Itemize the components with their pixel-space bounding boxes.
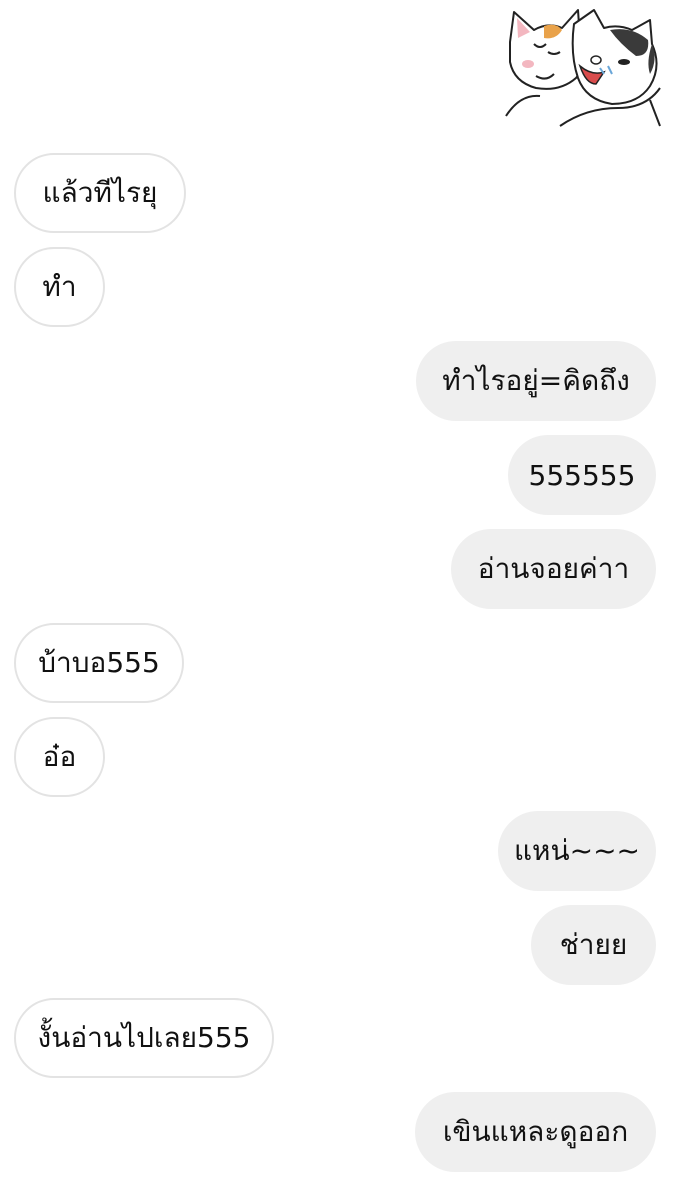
message-bubble-outgoing[interactable]: ช่ายย [531,905,656,985]
message-text: ทำไรอยู่=คิดถึง [442,364,630,397]
message-text: อ๋อ [42,740,77,773]
message-text: ช่ายย [559,928,628,961]
message-bubble-incoming[interactable]: แล้วทีไรยุ [14,153,186,233]
cat-sticker-icon[interactable] [500,4,670,128]
message-text: เขินแหละดูออก [442,1115,629,1148]
message-bubble-incoming[interactable]: บ้าบอ555 [14,623,184,703]
message-text: แล้วทีไรยุ [42,176,158,209]
message-bubble-outgoing[interactable]: เขินแหละดูออก [415,1092,656,1172]
message-text: อ่านจอยค่าา [477,552,630,585]
message-text: 555555 [528,458,636,492]
message-bubble-outgoing[interactable]: แหน่~~~ [498,811,656,891]
message-bubble-outgoing[interactable]: 555555 [508,435,656,515]
message-text: งั้นอ่านไปเลย555 [37,1021,251,1054]
message-text: แหน่~~~ [513,834,641,867]
message-bubble-incoming[interactable]: ทำ [14,247,105,327]
message-text: บ้าบอ555 [38,646,160,679]
message-bubble-incoming[interactable]: อ๋อ [14,717,105,797]
message-bubble-incoming[interactable]: งั้นอ่านไปเลย555 [14,998,274,1078]
message-bubble-outgoing[interactable]: ทำไรอยู่=คิดถึง [416,341,656,421]
message-text: ทำ [42,270,77,303]
message-bubble-outgoing[interactable]: อ่านจอยค่าา [451,529,656,609]
